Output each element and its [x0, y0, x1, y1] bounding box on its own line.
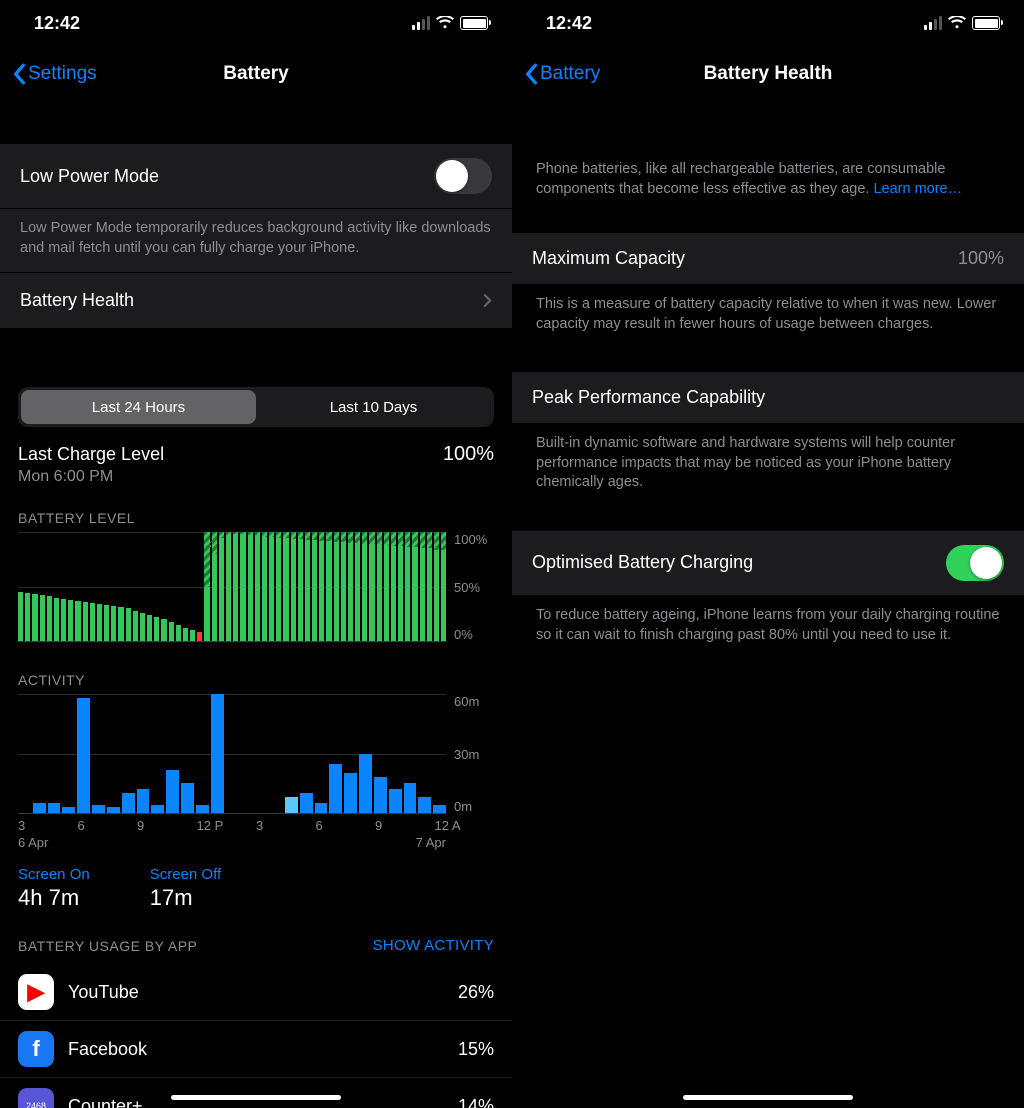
home-indicator[interactable] — [683, 1095, 853, 1100]
screen-on-value: 4h 7m — [18, 885, 90, 911]
status-bar: 12:42 — [0, 0, 512, 46]
screen-on-stat: Screen On 4h 7m — [18, 866, 90, 911]
max-capacity-value: 100% — [958, 248, 1004, 269]
app-row-youtube[interactable]: ▶ YouTube 26% — [0, 964, 512, 1020]
app-name: Facebook — [68, 1039, 444, 1060]
low-power-mode-cell: Low Power Mode — [0, 144, 512, 209]
battery-health-cell[interactable]: Battery Health — [0, 273, 512, 329]
battery-level-chart: ⚡︎ 100% 50% 0% — [18, 532, 494, 642]
wifi-icon — [948, 16, 966, 30]
activity-header: ACTIVITY — [0, 648, 512, 694]
battery-icon — [460, 16, 488, 30]
max-capacity-desc: This is a measure of battery capacity re… — [512, 285, 1024, 348]
chevron-right-icon — [483, 293, 492, 308]
screen-time-stats: Screen On 4h 7m Screen Off 17m — [0, 856, 512, 919]
battery-level-ylabels: 100% 50% 0% — [446, 532, 494, 642]
page-title: Battery — [223, 63, 288, 85]
last-charge-label: Last Charge Level — [18, 444, 164, 465]
screen-off-label: Screen Off — [150, 866, 221, 883]
back-label: Battery — [540, 63, 600, 85]
activity-chart: 60m 30m 0m 3 6 9 12 P 3 6 9 12 A 6 Apr 7… — [18, 694, 494, 850]
low-power-mode-label: Low Power Mode — [20, 166, 159, 187]
app-usage-list: ▶ YouTube 26% f Facebook 15% 2468 Counte… — [0, 964, 512, 1108]
nav-bar: Battery Battery Health — [512, 46, 1024, 102]
screen-off-value: 17m — [150, 885, 221, 911]
optimised-charging-toggle[interactable] — [946, 545, 1004, 581]
app-row-facebook[interactable]: f Facebook 15% — [0, 1020, 512, 1077]
facebook-icon: f — [18, 1031, 54, 1067]
low-power-mode-desc: Low Power Mode temporarily reduces backg… — [0, 209, 512, 272]
optimised-charging-label: Optimised Battery Charging — [532, 552, 753, 573]
status-icons — [412, 16, 488, 30]
battery-health-screen: 12:42 Battery Battery Health Phone batte… — [512, 0, 1024, 1108]
app-row-counter[interactable]: 2468 Counter+ 14% — [0, 1077, 512, 1108]
status-icons — [924, 16, 1000, 30]
wifi-icon — [436, 16, 454, 30]
intro-text: Phone batteries, like all rechargeable b… — [512, 150, 1024, 213]
back-button[interactable]: Battery — [524, 63, 600, 85]
optimised-charging-cell: Optimised Battery Charging — [512, 531, 1024, 596]
peak-perf-cell[interactable]: Peak Performance Capability — [512, 372, 1024, 424]
battery-level-bars: ⚡︎ — [18, 532, 446, 642]
screen-off-stat: Screen Off 17m — [150, 866, 221, 911]
last-charge-when: Mon 6:00 PM — [0, 466, 512, 496]
page-title: Battery Health — [704, 63, 833, 85]
clock: 12:42 — [34, 13, 80, 34]
max-capacity-label: Maximum Capacity — [532, 248, 685, 269]
usage-header-label: BATTERY USAGE BY APP — [18, 938, 197, 954]
learn-more-link[interactable]: Learn more… — [873, 181, 962, 197]
activity-ylabels: 60m 30m 0m — [446, 694, 494, 814]
time-range-segmented[interactable]: Last 24 Hours Last 10 Days — [18, 387, 494, 427]
home-indicator[interactable] — [171, 1095, 341, 1100]
battery-health-label: Battery Health — [20, 290, 134, 311]
activity-bars — [18, 694, 446, 814]
low-power-mode-toggle[interactable] — [434, 158, 492, 194]
battery-icon — [972, 16, 1000, 30]
last-charge-value: 100% — [443, 443, 494, 466]
screen-on-label: Screen On — [18, 866, 90, 883]
chart-xaxis-dates: 6 Apr 7 Apr — [18, 835, 494, 850]
optimised-charging-desc: To reduce battery ageing, iPhone learns … — [512, 596, 1024, 659]
chart-xaxis-hours: 3 6 9 12 P 3 6 9 12 A — [18, 818, 494, 833]
app-pct: 14% — [458, 1096, 494, 1108]
counter-icon: 2468 — [18, 1088, 54, 1108]
back-label: Settings — [28, 63, 97, 85]
clock: 12:42 — [546, 13, 592, 34]
battery-level-header: BATTERY LEVEL — [0, 496, 512, 532]
app-name: YouTube — [68, 982, 444, 1003]
cellular-icon — [412, 16, 430, 30]
peak-perf-label: Peak Performance Capability — [532, 387, 765, 408]
app-pct: 26% — [458, 982, 494, 1003]
tab-last-24h[interactable]: Last 24 Hours — [21, 390, 256, 424]
battery-screen: 12:42 Settings Battery Low Power Mode Lo… — [0, 0, 512, 1108]
app-pct: 15% — [458, 1039, 494, 1060]
peak-perf-desc: Built-in dynamic software and hardware s… — [512, 424, 1024, 507]
chevron-left-icon — [524, 63, 538, 85]
show-activity-button[interactable]: SHOW ACTIVITY — [373, 937, 494, 954]
last-charge-row: Last Charge Level 100% — [0, 431, 512, 466]
usage-by-app-header: BATTERY USAGE BY APP SHOW ACTIVITY — [0, 919, 512, 964]
status-bar: 12:42 — [512, 0, 1024, 46]
cellular-icon — [924, 16, 942, 30]
nav-bar: Settings Battery — [0, 46, 512, 102]
chevron-left-icon — [12, 63, 26, 85]
tab-last-10d[interactable]: Last 10 Days — [256, 390, 491, 424]
back-button[interactable]: Settings — [12, 63, 97, 85]
youtube-icon: ▶ — [18, 974, 54, 1010]
max-capacity-cell: Maximum Capacity 100% — [512, 233, 1024, 285]
